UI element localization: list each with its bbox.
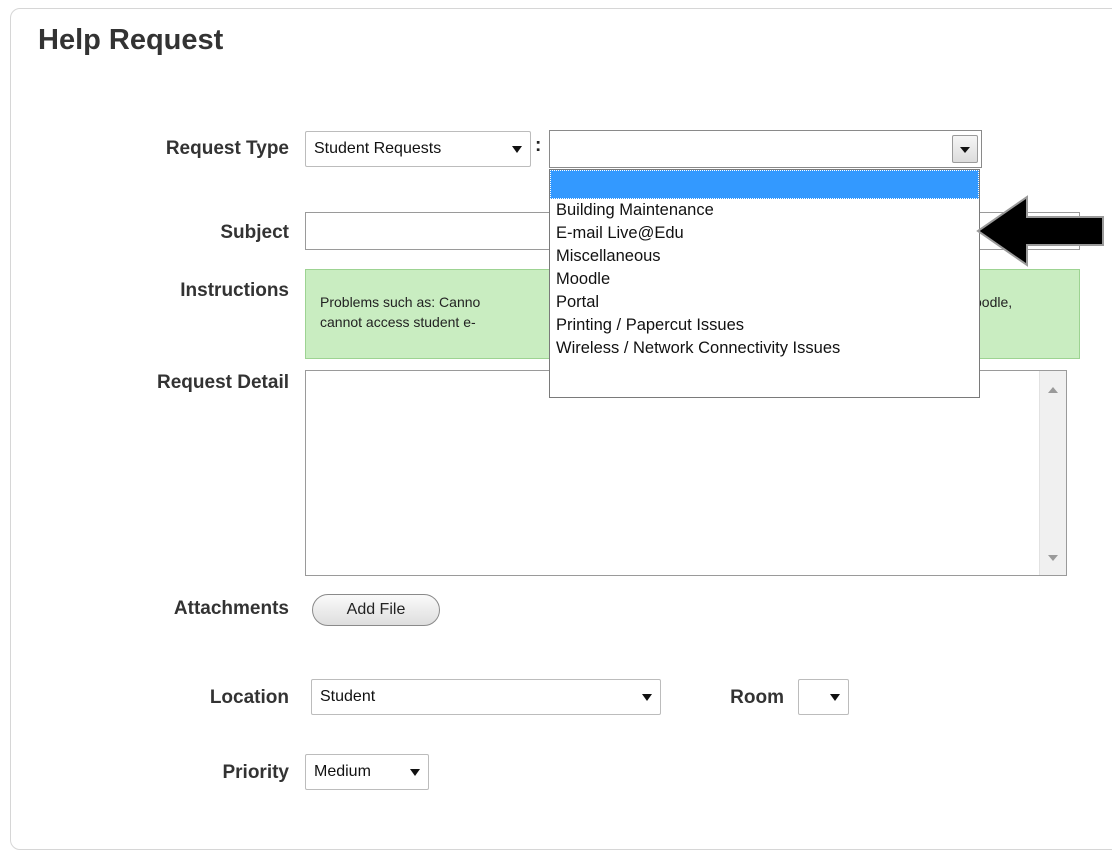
request-type-value: Student Requests <box>314 140 442 157</box>
request-type-select[interactable]: Student Requests <box>305 131 531 167</box>
add-file-button[interactable]: Add File <box>312 594 440 626</box>
chevron-down-icon <box>512 146 522 153</box>
left-arrow-icon <box>976 195 1104 267</box>
request-detail-textarea[interactable] <box>305 370 1067 576</box>
room-label: Room <box>730 687 784 708</box>
attachments-label: Attachments <box>173 598 289 619</box>
request-type-label: Request Type <box>165 138 289 159</box>
request-detail-label: Request Detail <box>157 372 289 393</box>
scrollbar[interactable] <box>1039 371 1066 575</box>
room-select[interactable] <box>798 679 849 715</box>
dropdown-option[interactable]: E-mail Live@Edu <box>550 222 979 245</box>
dropdown-option[interactable]: Printing / Papercut Issues <box>550 314 979 337</box>
chevron-down-icon <box>960 147 970 153</box>
priority-select[interactable]: Medium <box>305 754 429 790</box>
scroll-up-icon[interactable] <box>1048 387 1058 393</box>
dropdown-option[interactable]: Portal <box>550 291 979 314</box>
priority-label: Priority <box>222 762 289 783</box>
page-title: Help Request <box>38 24 224 56</box>
instructions-line-1: Problems such as: Canno <box>320 294 481 310</box>
category-dropdown-list[interactable]: Building Maintenance E-mail Live@Edu Mis… <box>549 169 980 398</box>
dropdown-option[interactable]: Building Maintenance <box>550 199 979 222</box>
dropdown-button[interactable] <box>952 135 978 163</box>
request-category-select[interactable] <box>549 130 982 168</box>
instructions-label: Instructions <box>180 280 289 301</box>
request-type-separator: : <box>535 135 542 156</box>
instructions-text: Problems such as: Canno cannot access st… <box>320 292 550 332</box>
chevron-down-icon <box>410 769 420 776</box>
dropdown-option[interactable] <box>550 170 979 199</box>
priority-value: Medium <box>314 763 371 780</box>
dropdown-option[interactable]: Miscellaneous <box>550 245 979 268</box>
dropdown-option[interactable]: Moodle <box>550 268 979 291</box>
scroll-down-icon[interactable] <box>1048 555 1058 561</box>
subject-label: Subject <box>220 222 289 243</box>
instructions-line-2: cannot access student e- <box>320 314 476 330</box>
dropdown-option[interactable]: Wireless / Network Connectivity Issues <box>550 337 979 360</box>
chevron-down-icon <box>830 694 840 701</box>
